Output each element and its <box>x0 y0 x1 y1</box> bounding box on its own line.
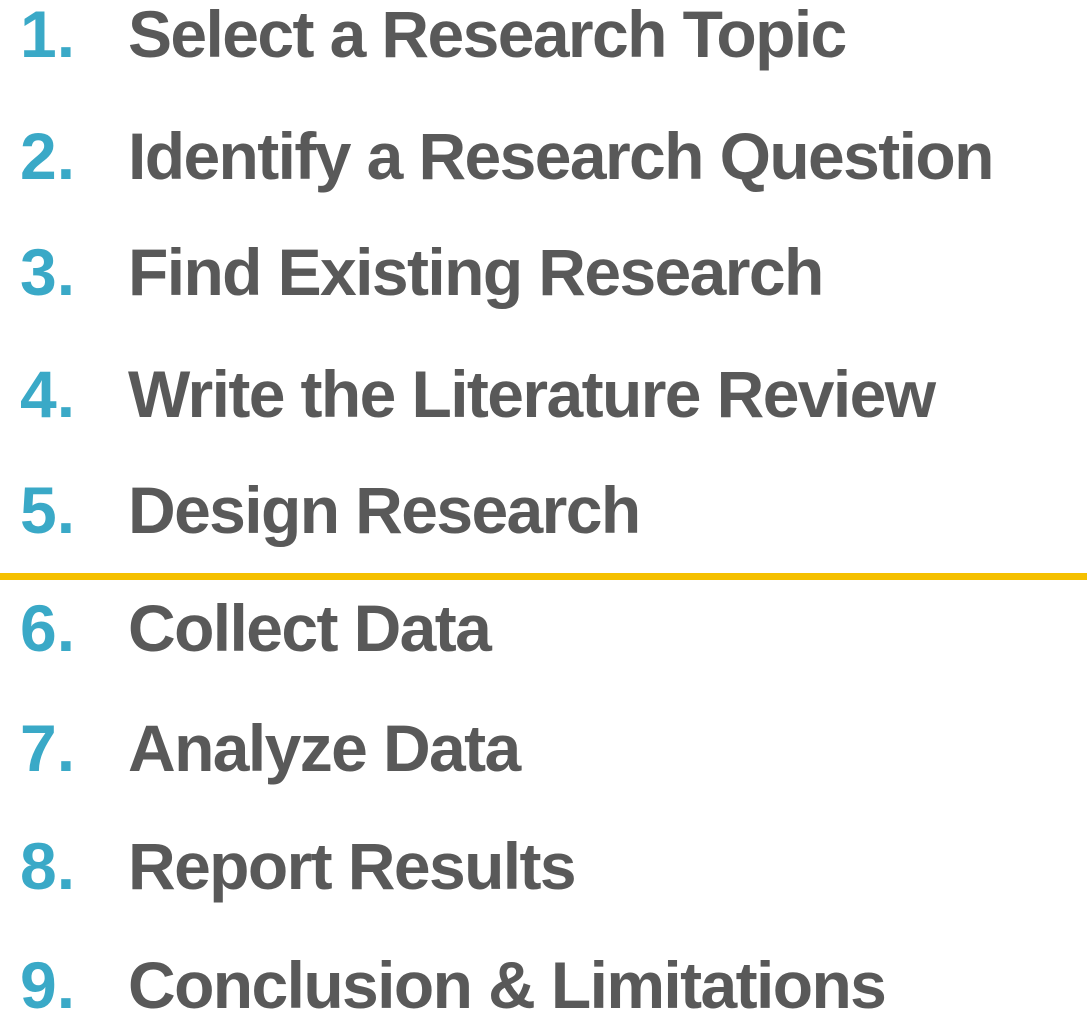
step-4: 4. Write the Literature Review <box>0 346 1087 442</box>
step-9: 9. Conclusion & Limitations <box>0 937 1087 1014</box>
step-1: 1. Select a Research Topic <box>0 0 1087 82</box>
research-steps-page: 1. Select a Research Topic 2. Identify a… <box>0 0 1087 1014</box>
step-8: 8. Report Results <box>0 818 1087 914</box>
step-number: 2. <box>20 119 76 193</box>
step-6: 6. Collect Data <box>0 580 1087 676</box>
step-number: 5. <box>20 473 76 547</box>
step-number: 8. <box>20 829 76 903</box>
step-7: 7. Analyze Data <box>0 700 1087 796</box>
step-3: 3. Find Existing Research <box>0 224 1087 320</box>
step-label: Analyze Data <box>128 711 521 785</box>
step-label: Conclusion & Limitations <box>128 948 887 1014</box>
step-number: 7. <box>20 711 76 785</box>
step-number: 4. <box>20 357 76 431</box>
step-label: Identify a Research Question <box>128 119 994 193</box>
section-divider <box>0 573 1087 580</box>
step-number: 9. <box>20 948 76 1014</box>
step-number: 3. <box>20 235 76 309</box>
step-5: 5. Design Research <box>0 462 1087 558</box>
step-label: Report Results <box>128 829 577 903</box>
step-label: Find Existing Research <box>128 235 824 309</box>
step-2: 2. Identify a Research Question <box>0 108 1087 204</box>
step-label: Select a Research Topic <box>128 0 847 71</box>
step-label: Collect Data <box>128 591 492 665</box>
step-number: 1. <box>20 0 76 71</box>
step-label: Design Research <box>128 473 641 547</box>
step-number: 6. <box>20 591 76 665</box>
step-label: Write the Literature Review <box>128 357 936 431</box>
